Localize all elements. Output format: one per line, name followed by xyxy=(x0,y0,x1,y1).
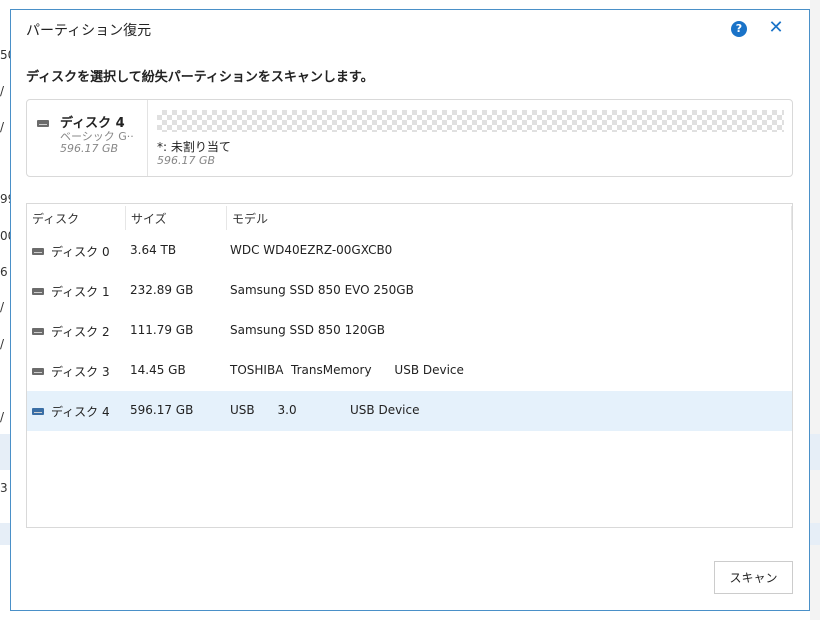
model-cell: USB 3.0 USB Device xyxy=(230,403,420,417)
size-cell: 111.79 GB xyxy=(130,323,194,337)
column-header-disk[interactable]: ディスク xyxy=(32,210,79,227)
unallocated-partition-bar[interactable] xyxy=(157,110,784,132)
background-fragment: / xyxy=(0,300,5,314)
hdd-icon xyxy=(37,120,49,127)
table-header: ディスク サイズ モデル xyxy=(27,204,792,231)
usb-hdd-icon xyxy=(32,408,44,415)
background-fragment: 3 / xyxy=(0,481,10,495)
size-cell: 232.89 GB xyxy=(130,283,194,297)
disk-cell: ディスク 2 xyxy=(51,325,110,339)
disk-table: ディスク サイズ モデル ディスク 0 3.64 TB WDC WD40EZRZ… xyxy=(26,203,793,528)
background-fragment: 50 xyxy=(0,48,10,62)
background-fragment: / xyxy=(0,410,5,424)
dialog-title: パーティション復元 xyxy=(26,23,152,39)
partition-label: *: 未割り当て xyxy=(157,140,231,154)
table-row[interactable]: ディスク 0 3.64 TB WDC WD40EZRZ-00GXCB0 xyxy=(27,231,792,271)
column-header-model[interactable]: モデル xyxy=(232,210,268,227)
size-cell: 596.17 GB xyxy=(130,403,194,417)
disk-cell: ディスク 1 xyxy=(51,285,110,299)
background-fragment: 6 xyxy=(0,265,8,279)
size-cell: 14.45 GB xyxy=(130,363,186,377)
table-row[interactable]: ディスク 2 111.79 GB Samsung SSD 850 120GB xyxy=(27,311,792,351)
disk-size: 596.17 GB xyxy=(60,142,119,155)
table-row[interactable]: ディスク 3 14.45 GB TOSHIBA TransMemory USB … xyxy=(27,351,792,391)
hdd-icon xyxy=(32,288,44,295)
close-icon[interactable]: ✕ xyxy=(767,18,785,38)
disk-cell: ディスク 3 xyxy=(51,365,110,379)
instruction-text: ディスクを選択して紛失パーティションをスキャンします。 xyxy=(26,70,374,85)
model-cell: Samsung SSD 850 120GB xyxy=(230,323,385,337)
model-cell: Samsung SSD 850 EVO 250GB xyxy=(230,283,414,297)
help-icon[interactable]: ? xyxy=(731,21,747,37)
background-fragment: / xyxy=(0,84,5,98)
table-row[interactable]: ディスク 1 232.89 GB Samsung SSD 850 EVO 250… xyxy=(27,271,792,311)
hdd-icon xyxy=(32,248,44,255)
size-cell: 3.64 TB xyxy=(130,243,177,257)
background-fragment: / xyxy=(0,337,5,351)
selected-disk-card[interactable]: ディスク 4 ベーシック G·· 596.17 GB xyxy=(27,100,148,176)
table-row-selected[interactable]: ディスク 4 596.17 GB USB 3.0 USB Device xyxy=(27,391,792,431)
background-fragment: 00 xyxy=(0,229,10,243)
scan-button[interactable]: スキャン xyxy=(714,561,793,594)
column-header-size[interactable]: サイズ xyxy=(131,210,167,227)
dialog-titlebar: パーティション復元 ? ✕ xyxy=(11,10,809,48)
disk-map-panel: ディスク 4 ベーシック G·· 596.17 GB *: 未割り当て 596.… xyxy=(26,99,793,177)
column-divider[interactable] xyxy=(125,206,126,230)
column-divider[interactable] xyxy=(226,206,227,230)
disk-cell: ディスク 4 xyxy=(51,405,110,419)
model-cell: WDC WD40EZRZ-00GXCB0 xyxy=(230,243,393,257)
background-fragment: / xyxy=(0,120,5,134)
hdd-icon xyxy=(32,328,44,335)
hdd-icon xyxy=(32,368,44,375)
model-cell: TOSHIBA TransMemory USB Device xyxy=(230,363,464,377)
partition-recovery-dialog: パーティション復元 ? ✕ ディスクを選択して紛失パーティションをスキャンします… xyxy=(10,9,810,611)
background-fragment: 99 xyxy=(0,192,10,206)
disk-cell: ディスク 0 xyxy=(51,245,110,259)
column-divider xyxy=(791,206,792,230)
partition-size: 596.17 GB xyxy=(157,154,216,167)
